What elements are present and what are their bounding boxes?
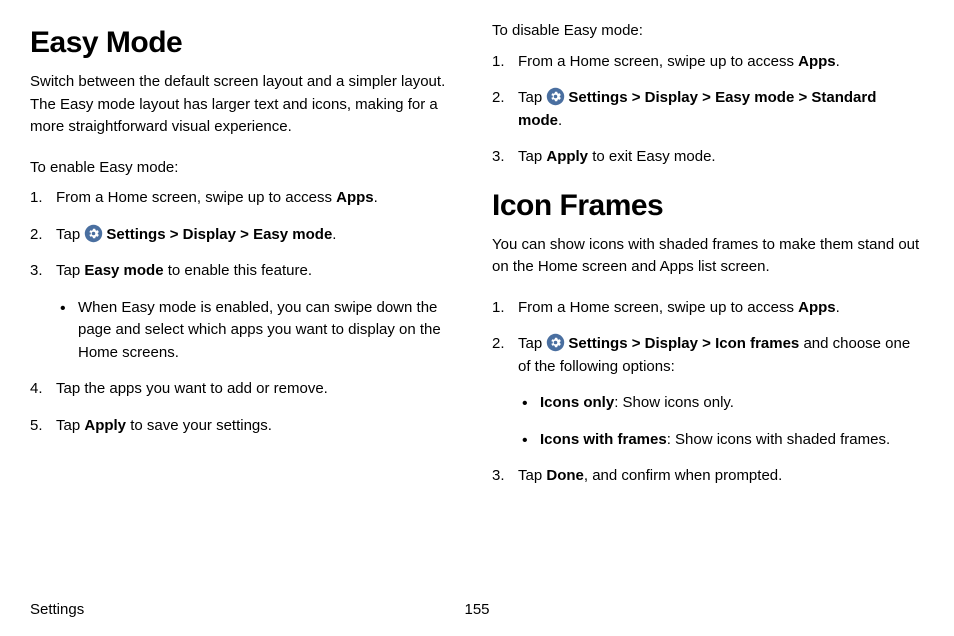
list-item: Icons with frames: Show icons with shade… [518, 429, 924, 452]
page-footer: Settings 155 [30, 599, 924, 622]
text: , and confirm when prompted. [584, 467, 782, 484]
icon-frames-intro: You can show icons with shaded frames to… [492, 234, 924, 279]
list-item: From a Home screen, swipe up to access A… [492, 297, 924, 320]
page-number: 155 [464, 599, 489, 622]
sub-list: When Easy mode is enabled, you can swipe… [56, 297, 462, 365]
text: . [836, 53, 840, 70]
text: : Show icons with shaded frames. [667, 431, 890, 448]
settings-icon [546, 87, 565, 106]
heading-easy-mode: Easy Mode [30, 20, 462, 65]
bold-text: Settings > Display > Easy mode > Standar… [518, 89, 876, 129]
bold-text: Apply [84, 417, 126, 434]
text: Tap [56, 226, 84, 243]
enable-lead: To enable Easy mode: [30, 157, 462, 180]
enable-steps: From a Home screen, swipe up to access A… [30, 187, 462, 437]
list-item: From a Home screen, swipe up to access A… [30, 187, 462, 210]
text: . [374, 189, 378, 206]
bold-text: Easy mode [84, 262, 163, 279]
text: From a Home screen, swipe up to access [518, 53, 798, 70]
bold-text: Apps [798, 299, 836, 316]
list-item: Tap Apply to exit Easy mode. [492, 146, 924, 169]
bold-text: Apply [546, 148, 588, 165]
text: Tap [56, 417, 84, 434]
text: From a Home screen, swipe up to access [56, 189, 336, 206]
bold-text: Icons only [540, 394, 614, 411]
left-column: Easy Mode Switch between the default scr… [30, 20, 462, 502]
text: Tap [56, 262, 84, 279]
bold-text: Apps [798, 53, 836, 70]
sub-list: Icons only: Show icons only. Icons with … [518, 392, 924, 451]
text: Tap [518, 148, 546, 165]
heading-icon-frames: Icon Frames [492, 183, 924, 228]
right-column: To disable Easy mode: From a Home screen… [492, 20, 924, 502]
list-item: Tap Settings > Display > Icon frames and… [492, 333, 924, 451]
disable-steps: From a Home screen, swipe up to access A… [492, 51, 924, 169]
bold-text: Apps [336, 189, 374, 206]
settings-icon [546, 333, 565, 352]
list-item: Tap Done, and confirm when prompted. [492, 465, 924, 488]
settings-icon [84, 224, 103, 243]
text: to enable this feature. [164, 262, 312, 279]
footer-section-label: Settings [30, 599, 84, 622]
text: to save your settings. [126, 417, 272, 434]
icon-frames-steps: From a Home screen, swipe up to access A… [492, 297, 924, 488]
list-item: Tap Apply to save your settings. [30, 415, 462, 438]
list-item: Tap Settings > Display > Easy mode. [30, 224, 462, 247]
bold-text: Settings > Display > Easy mode [106, 226, 332, 243]
list-item: Tap the apps you want to add or remove. [30, 378, 462, 401]
list-item: Tap Settings > Display > Easy mode > Sta… [492, 87, 924, 132]
disable-lead: To disable Easy mode: [492, 20, 924, 43]
easy-mode-intro: Switch between the default screen layout… [30, 71, 462, 139]
text: . [836, 299, 840, 316]
text: . [558, 112, 562, 129]
text: . [332, 226, 336, 243]
bold-text: Done [546, 467, 584, 484]
bold-text: Icons with frames [540, 431, 667, 448]
list-item: From a Home screen, swipe up to access A… [492, 51, 924, 74]
text: Tap [518, 467, 546, 484]
text: From a Home screen, swipe up to access [518, 299, 798, 316]
text: Tap [518, 89, 546, 106]
list-item: When Easy mode is enabled, you can swipe… [56, 297, 462, 365]
list-item: Tap Easy mode to enable this feature. Wh… [30, 260, 462, 364]
list-item: Icons only: Show icons only. [518, 392, 924, 415]
text: : Show icons only. [614, 394, 734, 411]
bold-text: Settings > Display > Icon frames [568, 335, 799, 352]
text: Tap [518, 335, 546, 352]
page-columns: Easy Mode Switch between the default scr… [30, 20, 924, 502]
text: to exit Easy mode. [588, 148, 716, 165]
